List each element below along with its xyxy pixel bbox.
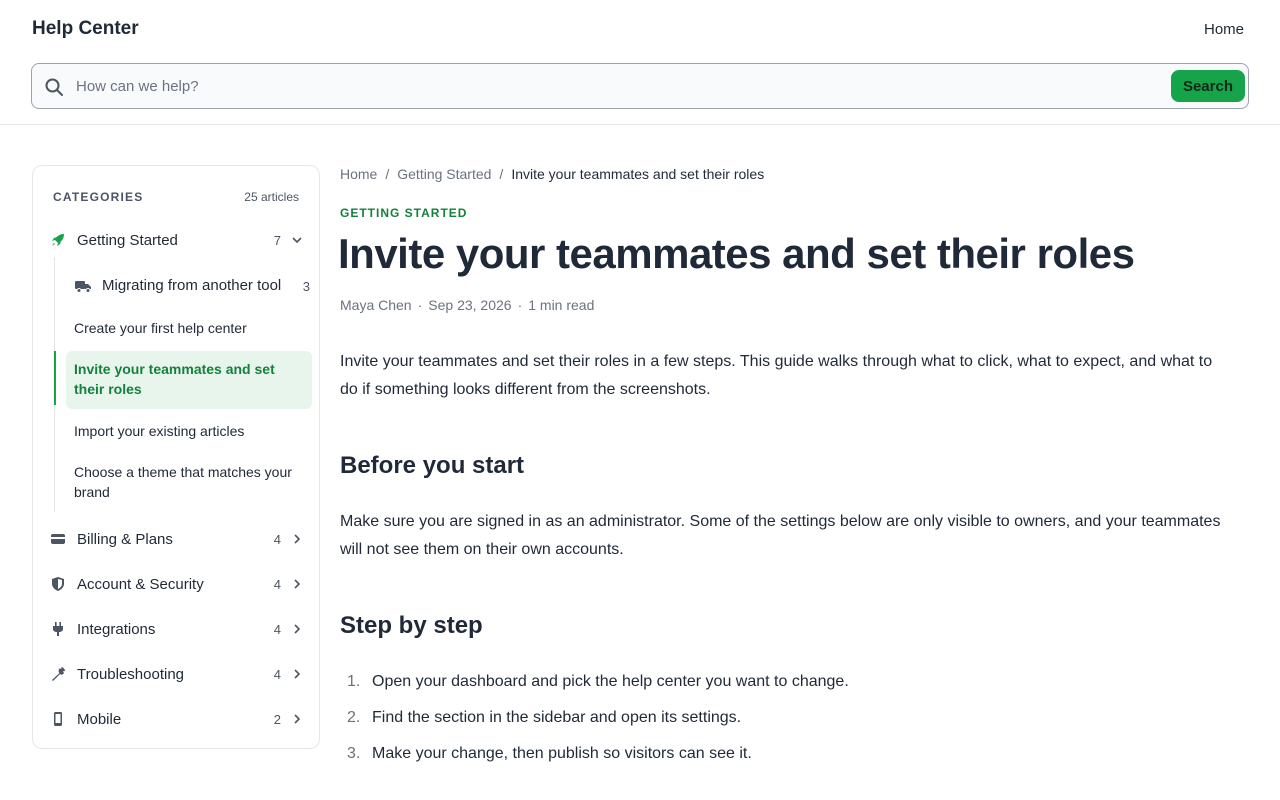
article-intro: Invite your teammates and set their role…	[340, 353, 1213, 398]
breadcrumb: Home / Getting Started / Invite your teammat…	[340, 166, 764, 182]
category-label: Getting Started	[77, 232, 178, 249]
breadcrumb-home[interactable]: Home	[340, 166, 377, 182]
truck-icon	[75, 281, 91, 293]
sub-item-invite-teammates[interactable]: Invite your teammates and set their role…	[66, 351, 312, 409]
categories-heading: CATEGORIES	[53, 190, 144, 204]
article-title: Invite your teammates and set their role…	[338, 230, 1135, 277]
breadcrumb-getting-started[interactable]: Getting Started	[397, 166, 491, 182]
before-you-start-text: Make sure you are signed in as an admini…	[340, 513, 1221, 558]
brand-title[interactable]: Help Center	[32, 18, 139, 40]
chevron-right-icon	[294, 714, 301, 724]
chevron-down-icon	[292, 237, 302, 244]
nav-home-link[interactable]: Home	[1204, 21, 1244, 38]
category-count: 2	[273, 712, 281, 727]
step-number: 2.	[347, 709, 361, 726]
category-mobile[interactable]: Mobile 2	[33, 702, 319, 738]
step-text: Find the section in the sidebar and open…	[372, 709, 742, 726]
list-item: 1. Open your dashboard and pick the help …	[340, 670, 1230, 706]
meta-separator: ·	[517, 297, 523, 313]
subgroup-label: Migrating from another tool	[102, 277, 282, 294]
category-label: Billing & Plans	[77, 531, 173, 548]
list-item: 2. Find the section in the sidebar and op…	[340, 706, 1230, 742]
plug-icon	[53, 622, 63, 636]
breadcrumb-current: Invite your teammates and set their role…	[511, 166, 765, 182]
search-icon	[45, 78, 63, 96]
site-header: Help Center Home Search	[0, 0, 1280, 125]
phone-icon	[54, 712, 62, 726]
step-text: Make your change, then publish so visito…	[372, 745, 752, 762]
category-label: Mobile	[77, 711, 122, 728]
subgroup-count: 3	[302, 279, 310, 294]
sub-item-create-help-center[interactable]: Create your first help center	[66, 318, 312, 338]
chevron-right-icon	[294, 579, 301, 589]
category-count: 4	[273, 577, 281, 592]
active-indicator	[54, 351, 56, 405]
categories-sidebar: CATEGORIES 25 articles Getting Started 7…	[32, 165, 320, 749]
heading-step-by-step: Step by step	[340, 612, 483, 639]
articles-total: 25 articles	[244, 190, 299, 204]
search-button[interactable]: Search	[1170, 70, 1245, 102]
breadcrumb-separator: /	[385, 166, 390, 182]
category-billing[interactable]: Billing & Plans 4	[33, 522, 319, 558]
category-count: 7	[273, 233, 281, 248]
steps-list: 1. Open your dashboard and pick the help …	[340, 670, 1230, 778]
step-number: 1.	[347, 673, 361, 690]
subgroup-migrating[interactable]: Migrating from another tool 3	[66, 276, 312, 298]
search-bar: Search	[31, 63, 1249, 109]
category-count: 4	[273, 667, 281, 682]
category-label: Troubleshooting	[77, 666, 185, 683]
category-count: 4	[273, 532, 281, 547]
search-input[interactable]	[76, 72, 1156, 100]
chevron-right-icon	[294, 624, 301, 634]
chevron-right-icon	[294, 534, 301, 544]
wrench-icon	[52, 667, 65, 681]
category-getting-started[interactable]: Getting Started 7	[33, 223, 319, 259]
category-troubleshooting[interactable]: Troubleshooting 4	[33, 657, 319, 693]
step-number: 3.	[347, 745, 361, 762]
category-label: Account & Security	[77, 576, 204, 593]
meta-separator: ·	[417, 297, 423, 313]
list-item: 3. Make your change, then publish so visi…	[340, 742, 1230, 778]
shield-icon	[52, 577, 64, 591]
category-integrations[interactable]: Integrations 4	[33, 612, 319, 648]
breadcrumb-separator: /	[499, 166, 504, 182]
article-read-time: 1 min read	[528, 297, 595, 313]
credit-card-icon	[51, 534, 65, 544]
sub-item-import-articles[interactable]: Import your existing articles	[66, 421, 312, 441]
category-account-security[interactable]: Account & Security 4	[33, 567, 319, 603]
heading-before-you-start: Before you start	[340, 452, 525, 479]
category-count: 4	[273, 622, 281, 637]
step-text: Open your dashboard and pick the help ce…	[372, 673, 849, 690]
article-author: Maya Chen	[340, 297, 412, 313]
article-category[interactable]: GETTING STARTED	[340, 206, 467, 220]
article-meta: Maya Chen · Sep 23, 2026 · 1 min read	[340, 297, 594, 313]
article-date: Sep 23, 2026	[428, 297, 512, 313]
category-label: Integrations	[77, 621, 156, 638]
sub-item-choose-theme[interactable]: Choose a theme that matches your brand	[66, 462, 312, 502]
chevron-right-icon	[294, 669, 301, 679]
rocket-icon	[52, 234, 64, 246]
